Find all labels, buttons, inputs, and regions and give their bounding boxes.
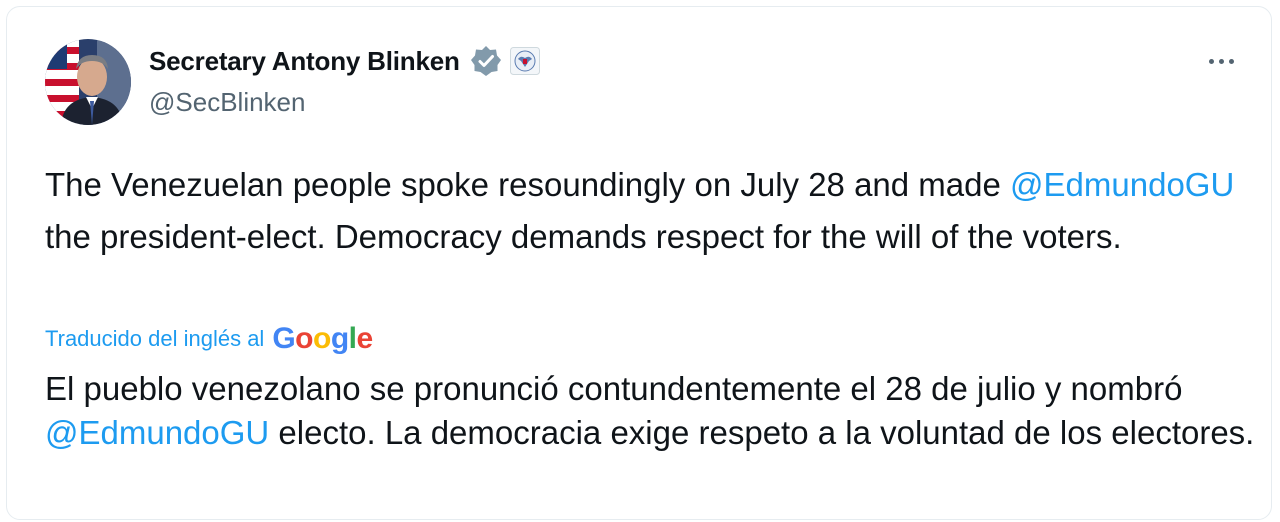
more-icon-dot xyxy=(1218,58,1224,64)
tweet-original-text: The Venezuelan people spoke resoundingly… xyxy=(45,159,1255,263)
more-icon-dot xyxy=(1228,58,1234,64)
tweet-text-part: The Venezuelan people spoke resoundingly… xyxy=(45,166,1011,203)
more-options-button[interactable] xyxy=(1201,47,1241,75)
mention-link[interactable]: @EdmundoGU xyxy=(45,414,269,451)
google-logo-letter: e xyxy=(356,322,373,355)
author-display-name[interactable]: Secretary Antony Blinken xyxy=(149,46,460,77)
google-logo-letter: G xyxy=(272,322,296,355)
mention-link[interactable]: @EdmundoGU xyxy=(1010,166,1234,203)
author-handle[interactable]: @SecBlinken xyxy=(149,87,305,118)
google-logo-letter: o xyxy=(295,322,313,355)
google-logo: Google xyxy=(272,322,373,356)
translated-from-link[interactable]: Traducido del inglés al xyxy=(45,326,264,352)
tweet-translated-text: El pueblo venezolano se pronunció contun… xyxy=(45,367,1260,455)
tweet-text-part: El pueblo venezolano se pronunció contun… xyxy=(45,370,1183,407)
more-icon-dot xyxy=(1208,58,1214,64)
tweet-text-part: electo. La democracia exige respeto a la… xyxy=(269,414,1255,451)
author-name-row: Secretary Antony Blinken xyxy=(149,43,540,79)
tweet-card[interactable]: Secretary Antony Blinken @SecBlinken The… xyxy=(6,6,1272,520)
translation-attribution: Traducido del inglés al Google xyxy=(45,319,373,359)
verified-badge-icon[interactable] xyxy=(470,45,502,77)
avatar-image xyxy=(45,39,131,125)
google-logo-letter: g xyxy=(330,322,349,355)
state-department-seal-icon[interactable] xyxy=(509,47,540,75)
author-avatar[interactable] xyxy=(45,39,131,125)
google-logo-letter: o xyxy=(312,322,331,355)
tweet-text-part: the president-elect. Democracy demands r… xyxy=(45,218,1122,255)
